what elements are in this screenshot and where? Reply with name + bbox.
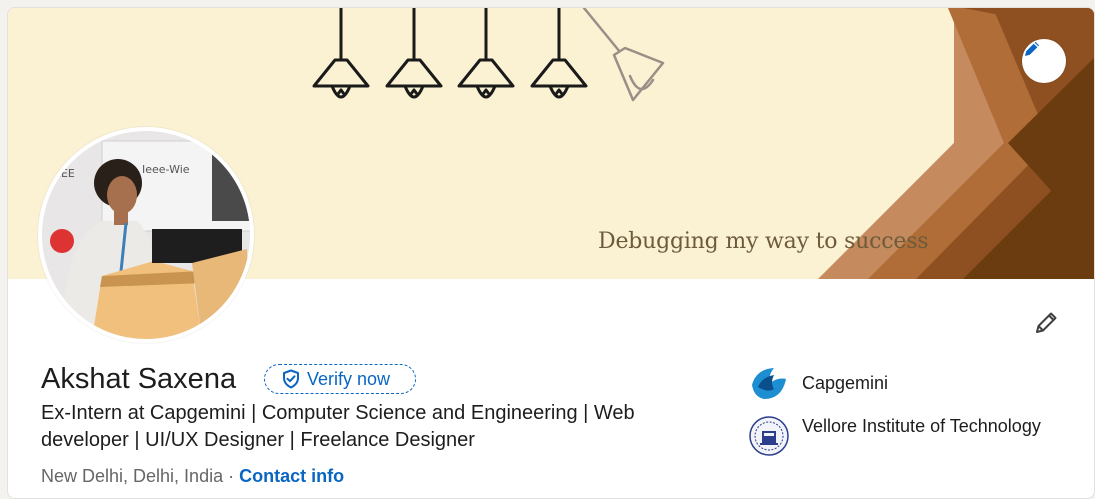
- svg-text:Ieee-Wie: Ieee-Wie: [142, 163, 190, 176]
- banner-tagline: Debugging my way to success: [598, 229, 929, 254]
- edit-banner-button[interactable]: [1022, 39, 1066, 83]
- company-name: Capgemini: [802, 373, 889, 393]
- separator: ·: [228, 466, 235, 486]
- profile-photo-image: Ieee-Wie EEE: [42, 131, 250, 339]
- svg-text:EEE: EEE: [54, 167, 75, 180]
- profile-photo[interactable]: Ieee-Wie EEE: [38, 127, 254, 343]
- verify-now-label: Verify now: [307, 368, 391, 389]
- current-company-link[interactable]: Capgemini: [748, 363, 888, 405]
- lamp-icon: [530, 8, 588, 99]
- swinging-lamp-icon: [582, 8, 665, 102]
- lamp-icon: [312, 8, 370, 99]
- edit-profile-button[interactable]: [1026, 303, 1066, 343]
- profile-card: Debugging my way to success Ieee-Wie EEE: [7, 7, 1095, 499]
- profile-location: New Delhi, Delhi, India: [41, 466, 224, 486]
- profile-headline: Ex-Intern at Capgemini | Computer Scienc…: [41, 402, 635, 451]
- pencil-icon: [1025, 41, 1040, 56]
- lamp-icon: [385, 8, 443, 99]
- capgemini-logo: [752, 368, 786, 399]
- lamp-icon: [457, 8, 515, 99]
- verify-now-button[interactable]: Verify now: [264, 364, 416, 394]
- school-name: Vellore Institute of Technology: [802, 416, 1041, 436]
- profile-name: Akshat Saxena: [41, 363, 237, 395]
- shield-check-icon: [283, 369, 299, 389]
- contact-info-link[interactable]: Contact info: [239, 466, 344, 486]
- vit-logo: [749, 416, 789, 456]
- pencil-icon: [1036, 312, 1057, 333]
- education-link[interactable]: Vellore Institute of Technology: [748, 415, 1041, 457]
- location-row: New Delhi, Delhi, India · Contact info: [41, 466, 344, 487]
